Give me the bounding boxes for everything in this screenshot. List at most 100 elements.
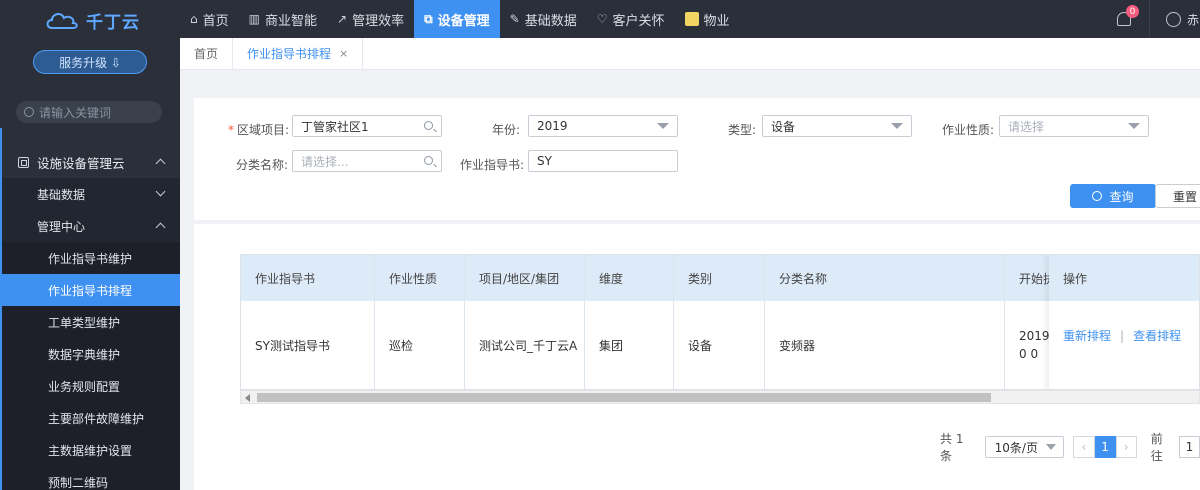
brand-logo[interactable]: 千丁云: [0, 0, 180, 40]
sidebar-item-guide-schedule[interactable]: 作业指导书排程: [0, 274, 180, 306]
cell-project: 测试公司_千丁云A: [465, 301, 585, 389]
cell-category: 设备: [674, 301, 765, 389]
chevron-down-icon: [657, 123, 669, 129]
goto-label: 前往: [1150, 432, 1163, 463]
year-label: 年份:: [492, 123, 521, 137]
category-placeholder: 请选择...: [301, 154, 349, 169]
nav-business-intelligence[interactable]: ▥ 商业智能: [239, 0, 327, 38]
module-icon: [18, 156, 29, 168]
chevron-up-icon: [155, 222, 166, 233]
sidebar-item-master-data[interactable]: 主数据维护设置: [0, 434, 180, 466]
sidebar: 千丁云 服务升级 ⇩ 请输入关键词 设施设备管理云 基础数据 管理中心 作业指导…: [0, 0, 180, 490]
sidebar-accent-line: [0, 128, 2, 490]
cell-dimension: 集团: [585, 301, 674, 389]
year-select[interactable]: 2019: [528, 115, 678, 137]
sidebar-item-component-fault[interactable]: 主要部件故障维护: [0, 402, 180, 434]
chart-icon: ▥: [248, 12, 260, 26]
col-dimension[interactable]: 维度: [585, 255, 674, 301]
goto-page-input[interactable]: 1: [1178, 436, 1200, 458]
chevron-up-icon: [155, 158, 166, 169]
search-icon: [424, 156, 433, 165]
scrollbar-thumb[interactable]: [257, 393, 991, 402]
notification-badge: 0: [1126, 5, 1139, 18]
sidebar-item-guide-maintenance[interactable]: 作业指导书维护: [0, 242, 180, 274]
table-horizontal-scrollbar[interactable]: [240, 390, 1200, 404]
tab-label: 作业指导书排程: [247, 47, 332, 61]
category-label: 分类名称:: [236, 158, 289, 172]
sidebar-item-business-rules[interactable]: 业务规则配置: [0, 370, 180, 402]
page-1-button[interactable]: 1: [1094, 436, 1116, 458]
sidebar-section-label: 基础数据: [37, 187, 86, 202]
search-placeholder: 请输入关键词: [39, 105, 112, 120]
nav-label: 客户关怀: [612, 13, 665, 29]
sidebar-section-label: 管理中心: [37, 219, 86, 234]
region-label: * 区域项目:: [228, 123, 290, 137]
nav-label: 基础数据: [524, 13, 577, 29]
sidebar-search-input[interactable]: 请输入关键词: [16, 101, 162, 123]
nav-customer-care[interactable]: ♡ 客户关怀: [587, 0, 675, 38]
col-class-name[interactable]: 分类名称: [765, 255, 1005, 301]
nav-home[interactable]: ⌂ 首页: [180, 0, 239, 38]
sidebar-item-dictionary[interactable]: 数据字典维护: [0, 338, 180, 370]
type-label: 类型:: [728, 123, 757, 137]
reset-button[interactable]: 重置: [1155, 184, 1200, 208]
type-select[interactable]: 设备: [762, 115, 912, 137]
tab-guide-schedule[interactable]: 作业指导书排程 ×: [233, 38, 364, 69]
nav-label: 设备管理: [437, 13, 490, 29]
search-icon: [424, 121, 433, 130]
nature-select[interactable]: 请选择: [999, 115, 1149, 137]
scroll-left-icon[interactable]: [245, 394, 250, 402]
notification-button[interactable]: 0: [1098, 0, 1150, 38]
sidebar-group-facility[interactable]: 设施设备管理云: [0, 146, 180, 178]
col-category[interactable]: 类别: [674, 255, 765, 301]
nature-placeholder: 请选择: [1008, 119, 1045, 134]
col-project[interactable]: 项目/地区/集团: [465, 255, 585, 301]
category-input[interactable]: 请选择...: [292, 150, 442, 172]
nav-device-management[interactable]: ⧉ 设备管理: [414, 0, 500, 38]
nature-label: 作业性质:: [942, 123, 995, 137]
prev-page-button[interactable]: ‹: [1073, 436, 1095, 458]
col-guide[interactable]: 作业指导书: [241, 255, 375, 301]
trend-icon: ↗: [337, 12, 348, 26]
filter-panel: * 区域项目: 丁管家社区1 年份: 2019 类型: 设备 作业性质: 请选择 …: [194, 98, 1200, 220]
search-icon: [24, 107, 34, 117]
schedule-table: 作业指导书 作业性质 项目/地区/集团 维度 类别 分类名称 开始执行 SY测试…: [240, 254, 1200, 390]
property-icon: [684, 12, 699, 26]
sidebar-section-management[interactable]: 管理中心: [0, 210, 180, 242]
page-size-select[interactable]: 10条/页: [984, 436, 1064, 458]
sidebar-group-label: 设施设备管理云: [37, 155, 125, 171]
heart-icon: ♡: [596, 12, 608, 26]
user-menu[interactable]: 赤: [1150, 0, 1200, 38]
search-icon: [1092, 191, 1103, 201]
reschedule-link[interactable]: 重新排程: [1063, 329, 1111, 343]
col-actions: 操作: [1049, 255, 1199, 301]
region-input[interactable]: 丁管家社区1: [292, 115, 442, 137]
guide-input[interactable]: SY: [528, 150, 678, 172]
sidebar-section-basic-data[interactable]: 基础数据: [0, 178, 180, 210]
nav-property[interactable]: 物业: [675, 0, 740, 38]
nav-label: 商业智能: [264, 13, 317, 29]
sidebar-item-ticket-type[interactable]: 工单类型维护: [0, 306, 180, 338]
sidebar-item-qrcode[interactable]: 预制二维码: [0, 466, 180, 490]
close-icon[interactable]: ×: [339, 47, 348, 60]
tab-bar: 首页 作业指导书排程 ×: [180, 38, 1200, 70]
col-nature[interactable]: 作业性质: [375, 255, 465, 301]
nav-label: 管理效率: [352, 13, 405, 29]
wrench-icon: ✎: [509, 12, 520, 26]
tab-home[interactable]: 首页: [180, 38, 234, 69]
pagination: 共 1 条 10条/页 ‹ 1 › 前往 1: [940, 432, 1200, 463]
view-schedule-link[interactable]: 查看排程: [1133, 329, 1181, 343]
query-button[interactable]: 查询: [1070, 184, 1156, 208]
chevron-down-icon: [155, 186, 166, 197]
chevron-down-icon: [1045, 444, 1056, 450]
cloud-logo-icon: [44, 9, 80, 31]
nav-management-efficiency[interactable]: ↗ 管理效率: [327, 0, 414, 38]
user-icon: [1166, 11, 1181, 27]
upgrade-button[interactable]: 服务升级 ⇩: [33, 50, 147, 74]
user-name: 赤: [1187, 12, 1200, 27]
brand-name: 千丁云: [86, 12, 140, 33]
top-navigation: ⌂ 首页 ▥ 商业智能 ↗ 管理效率 ⧉ 设备管理 ✎ 基础数据 ♡ 客户关怀 物业 0 赤: [180, 0, 1200, 38]
type-value: 设备: [771, 119, 796, 134]
nav-basic-data[interactable]: ✎ 基础数据: [500, 0, 587, 38]
next-page-button[interactable]: ›: [1115, 436, 1137, 458]
